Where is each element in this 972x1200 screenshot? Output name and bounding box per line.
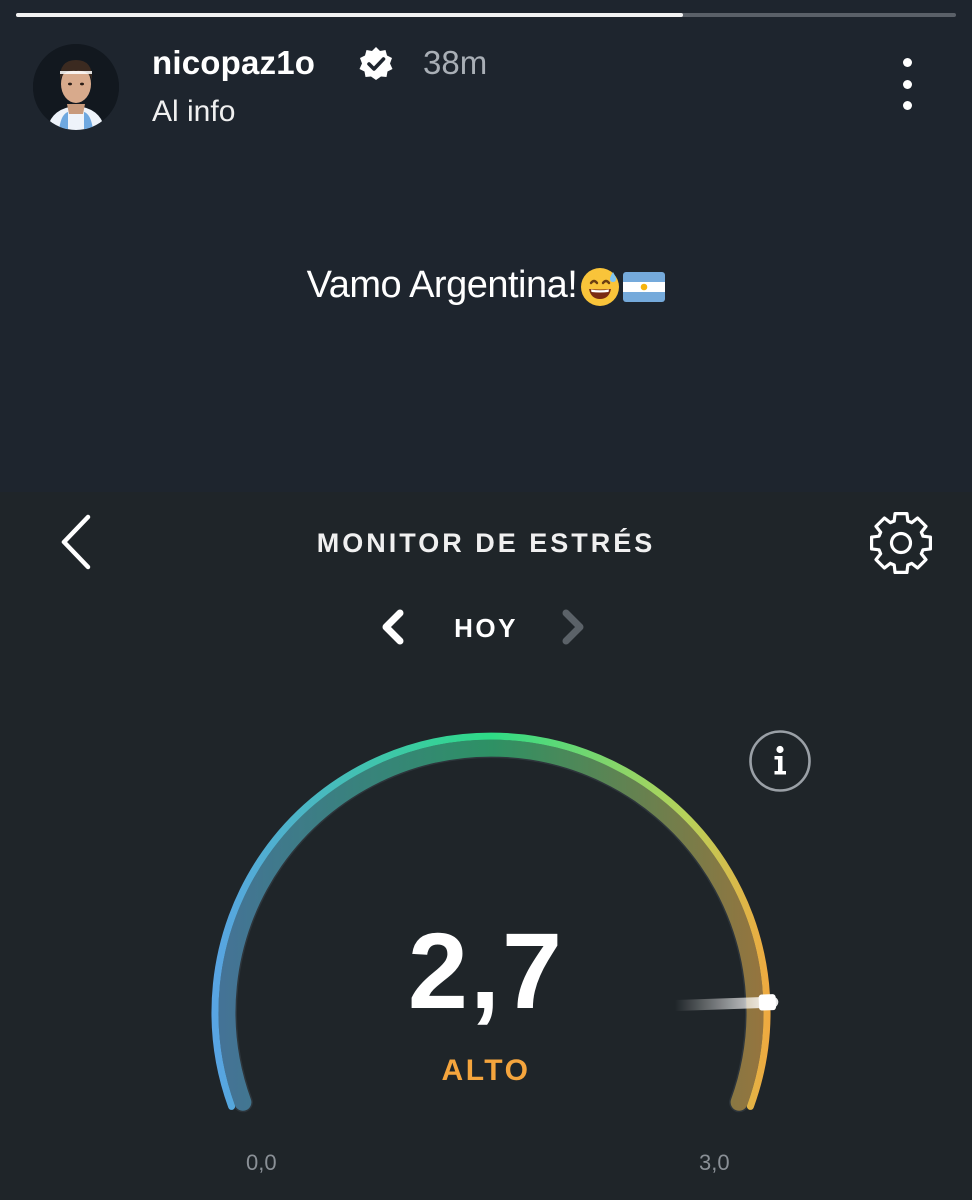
gauge-max-label: 3,0 [699,1150,730,1175]
stress-level-label: ALTO [441,1054,531,1087]
gauge-min-label: 0,0 [246,1150,277,1175]
stress-value: 2,7 [407,910,565,1031]
